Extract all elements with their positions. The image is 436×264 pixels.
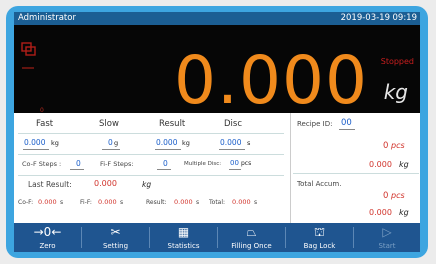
weight-value: 0.000: [174, 42, 368, 119]
screen: Administrator 2019-03-19 09:19 0 Stopped…: [14, 12, 420, 252]
fi-f-time-label: Fi-F:: [80, 199, 92, 206]
total-pcs-unit: pcs: [391, 191, 405, 200]
recipe-id-label: Recipe ID:: [297, 120, 333, 128]
disc-target-unit: s: [247, 139, 251, 147]
statistics-label: Statistics: [167, 242, 200, 250]
start-label: Start: [378, 242, 396, 250]
time: 09:19: [392, 13, 418, 23]
last-result-value: 0.000: [94, 179, 117, 188]
total-time-unit: s: [254, 199, 258, 206]
co-f-time-value: 0.000: [38, 198, 57, 206]
zero-label: Zero: [39, 242, 56, 250]
pour-icon: ⏢: [246, 225, 257, 239]
last-result-unit: kg: [142, 180, 152, 189]
fi-f-time-unit: s: [120, 199, 124, 206]
date: 2019-03-19: [340, 13, 390, 23]
co-f-time-label: Co-F:: [18, 199, 34, 206]
tools-icon: ✂: [110, 225, 121, 239]
bag-icon: [21, 42, 36, 69]
play-icon: ▷: [382, 225, 392, 239]
result-target-value[interactable]: 0.000: [156, 138, 177, 147]
fast-target-value[interactable]: 0.000: [24, 138, 45, 147]
weight-display: 0 Stopped 0.000 kg: [14, 25, 420, 119]
setting-button[interactable]: ✂ Setting: [82, 223, 149, 252]
co-f-steps-label: Co-F Steps :: [22, 160, 62, 168]
weight-unit: kg: [383, 80, 408, 104]
recipe-kg-value: 0.000: [369, 160, 392, 169]
result-time-value: 0.000: [174, 198, 193, 206]
total-pcs-value: 0: [383, 191, 389, 201]
total-kg-value: 0.000: [369, 208, 392, 217]
result-time-label: Result:: [146, 199, 167, 206]
title-bar: Administrator 2019-03-19 09:19: [14, 12, 420, 25]
total-time-label: Total:: [209, 199, 226, 206]
filling-once-label: Filling Once: [231, 242, 272, 250]
recipe-pcs-value: 0: [383, 141, 389, 151]
accumulation-panel: Recipe ID: 00 0 pcs 0.000 kg Total Accum…: [290, 113, 420, 223]
status-icons: [21, 42, 37, 76]
fi-f-steps-value[interactable]: 0: [163, 159, 168, 168]
grid-icon: ▦: [177, 225, 190, 239]
multiple-disc-label: Multiple Disc:: [184, 161, 222, 167]
result-time-unit: s: [196, 199, 200, 206]
recipe-kg-unit: kg: [399, 160, 409, 169]
total-kg-unit: kg: [399, 208, 409, 217]
zero-button[interactable]: →0← Zero: [14, 223, 81, 252]
bag-lock-label: Bag Lock: [303, 242, 336, 250]
disc-target-value[interactable]: 0.000: [220, 138, 241, 147]
recipe-pcs-unit: pcs: [391, 141, 405, 150]
info-panel: Fast Slow Result Disc 0.000 kg 0 g 0.000…: [14, 113, 420, 223]
setting-label: Setting: [102, 242, 129, 250]
clamp-icon: ⛫: [313, 225, 326, 239]
function-bar: →0← Zero ✂ Setting ▦ Statistics ⏢ Fillin…: [14, 223, 420, 252]
bag-lock-button[interactable]: ⛫ Bag Lock: [286, 223, 353, 252]
tab-fast[interactable]: Fast: [36, 119, 53, 129]
slow-target-value[interactable]: 0: [108, 138, 113, 147]
total-accum-label: Total Accum.: [297, 180, 342, 188]
tab-slow[interactable]: Slow: [99, 119, 119, 129]
multiple-disc-unit: pcs: [241, 160, 252, 167]
slow-target-unit: g: [114, 139, 119, 147]
fast-target-unit: kg: [51, 139, 59, 147]
co-f-steps-value[interactable]: 0: [76, 159, 81, 168]
run-status: Stopped: [380, 57, 414, 66]
user-role: Administrator: [18, 13, 76, 23]
last-result-label: Last Result:: [28, 180, 72, 189]
device-frame: Administrator 2019-03-19 09:19 0 Stopped…: [6, 6, 428, 258]
statistics-button[interactable]: ▦ Statistics: [150, 223, 217, 252]
target-panel: Fast Slow Result Disc 0.000 kg 0 g 0.000…: [14, 113, 289, 223]
start-button[interactable]: ▷ Start: [354, 223, 420, 252]
multiple-disc-value[interactable]: 00: [230, 159, 239, 167]
zero-icon: →0←: [33, 225, 62, 239]
fi-f-steps-label: Fi-F Steps:: [100, 160, 134, 168]
filling-once-button[interactable]: ⏢ Filling Once: [218, 223, 285, 252]
total-time-value: 0.000: [232, 198, 251, 206]
tab-disc[interactable]: Disc: [224, 119, 242, 129]
tab-result[interactable]: Result: [159, 119, 185, 129]
recipe-id-value[interactable]: 00: [341, 118, 352, 128]
fi-f-time-value: 0.000: [98, 198, 117, 206]
co-f-time-unit: s: [60, 199, 64, 206]
result-target-unit: kg: [182, 139, 190, 147]
